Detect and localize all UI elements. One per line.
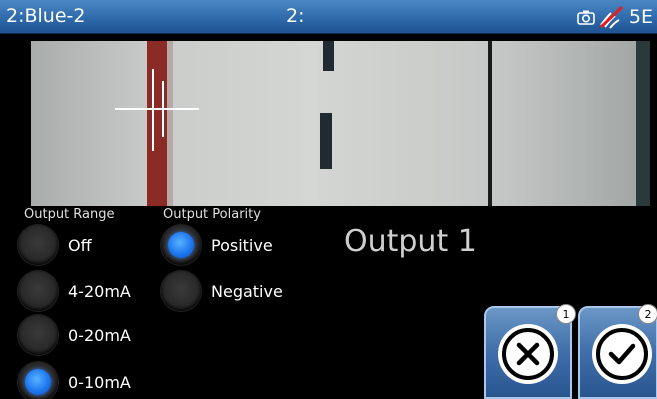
radio-knob (18, 225, 58, 265)
radio-label: Positive (211, 235, 273, 255)
check-icon (596, 328, 648, 380)
radio-knob (18, 315, 58, 355)
cancel-button[interactable]: 1 (484, 304, 576, 399)
radio-range-off[interactable]: Off (18, 225, 92, 265)
title-center-text: 2: (286, 5, 305, 27)
confirm-icon-circle (592, 324, 652, 384)
cancel-icon-circle (498, 324, 558, 384)
radio-polarity-positive[interactable]: Positive (161, 225, 273, 265)
crosshair-horizontal (115, 108, 199, 110)
radio-knob-selected (161, 225, 201, 265)
radio-label: 0-20mA (68, 325, 131, 345)
close-icon (502, 328, 554, 380)
radio-knob (161, 271, 201, 311)
camera-dash-top (323, 41, 334, 71)
radio-knob-selected (18, 362, 58, 399)
shortcut-badge: 1 (556, 304, 576, 324)
camera-dash-middle (320, 113, 332, 169)
output-polarity-label: Output Polarity (163, 207, 261, 222)
crosshair-vertical-right (162, 81, 164, 137)
camera-dark-edge (636, 41, 650, 206)
radio-range-0-10ma[interactable]: 0-10mA (18, 362, 131, 399)
crosshair-vertical-left (152, 69, 154, 151)
camera-black-line (488, 41, 492, 206)
output-range-label: Output Range (24, 207, 115, 222)
radio-range-0-20ma[interactable]: 0-20mA (18, 315, 131, 355)
output-title: Output 1 (344, 224, 477, 259)
camera-icon (577, 10, 595, 25)
shortcut-badge: 2 (638, 304, 657, 324)
confirm-button[interactable]: 2 (578, 304, 657, 399)
camera-view[interactable] (31, 41, 650, 206)
title-bar: 2:Blue-2 2: 5E (0, 0, 657, 34)
radio-label: Negative (211, 281, 283, 301)
radio-label: Off (68, 235, 92, 255)
radio-label: 0-10mA (68, 372, 131, 392)
camera-red-line (147, 41, 167, 206)
no-signal-icon (599, 5, 623, 29)
status-code: 5E (628, 6, 653, 28)
device-name: 2:Blue-2 (6, 5, 86, 27)
radio-knob (18, 271, 58, 311)
radio-label: 4-20mA (68, 281, 131, 301)
status-area: 5E (577, 5, 653, 29)
radio-polarity-negative[interactable]: Negative (161, 271, 283, 311)
radio-range-4-20ma[interactable]: 4-20mA (18, 271, 131, 311)
camera-red-shadow (167, 41, 173, 206)
